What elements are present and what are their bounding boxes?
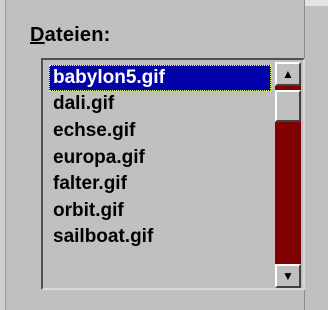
scroll-thumb[interactable] [275,90,301,122]
files-scrollbar[interactable]: ▲ ▼ [275,62,301,288]
arrow-up-icon: ▲ [282,67,294,81]
scroll-up-button[interactable]: ▲ [275,62,301,86]
file-item-falter[interactable]: falter.gif [49,171,271,197]
file-item-babylon5[interactable]: babylon5.gif [49,65,271,91]
files-list: babylon5.gif dali.gif echse.gif europa.g… [45,62,275,288]
file-item-sailboat[interactable]: sailboat.gif [49,224,271,250]
arrow-down-icon: ▼ [282,269,294,283]
window-frame-top [305,0,328,6]
files-label: Dateien: [30,24,111,47]
window-frame-left [0,0,6,310]
file-item-orbit[interactable]: orbit.gif [49,198,271,224]
files-label-hotkey: D [30,24,45,46]
files-listbox[interactable]: babylon5.gif dali.gif echse.gif europa.g… [41,58,305,290]
file-item-europa[interactable]: europa.gif [49,145,271,171]
file-item-echse[interactable]: echse.gif [49,118,271,144]
scroll-down-button[interactable]: ▼ [275,264,301,288]
files-label-text: ateien: [44,24,111,46]
file-item-dali[interactable]: dali.gif [49,91,271,117]
